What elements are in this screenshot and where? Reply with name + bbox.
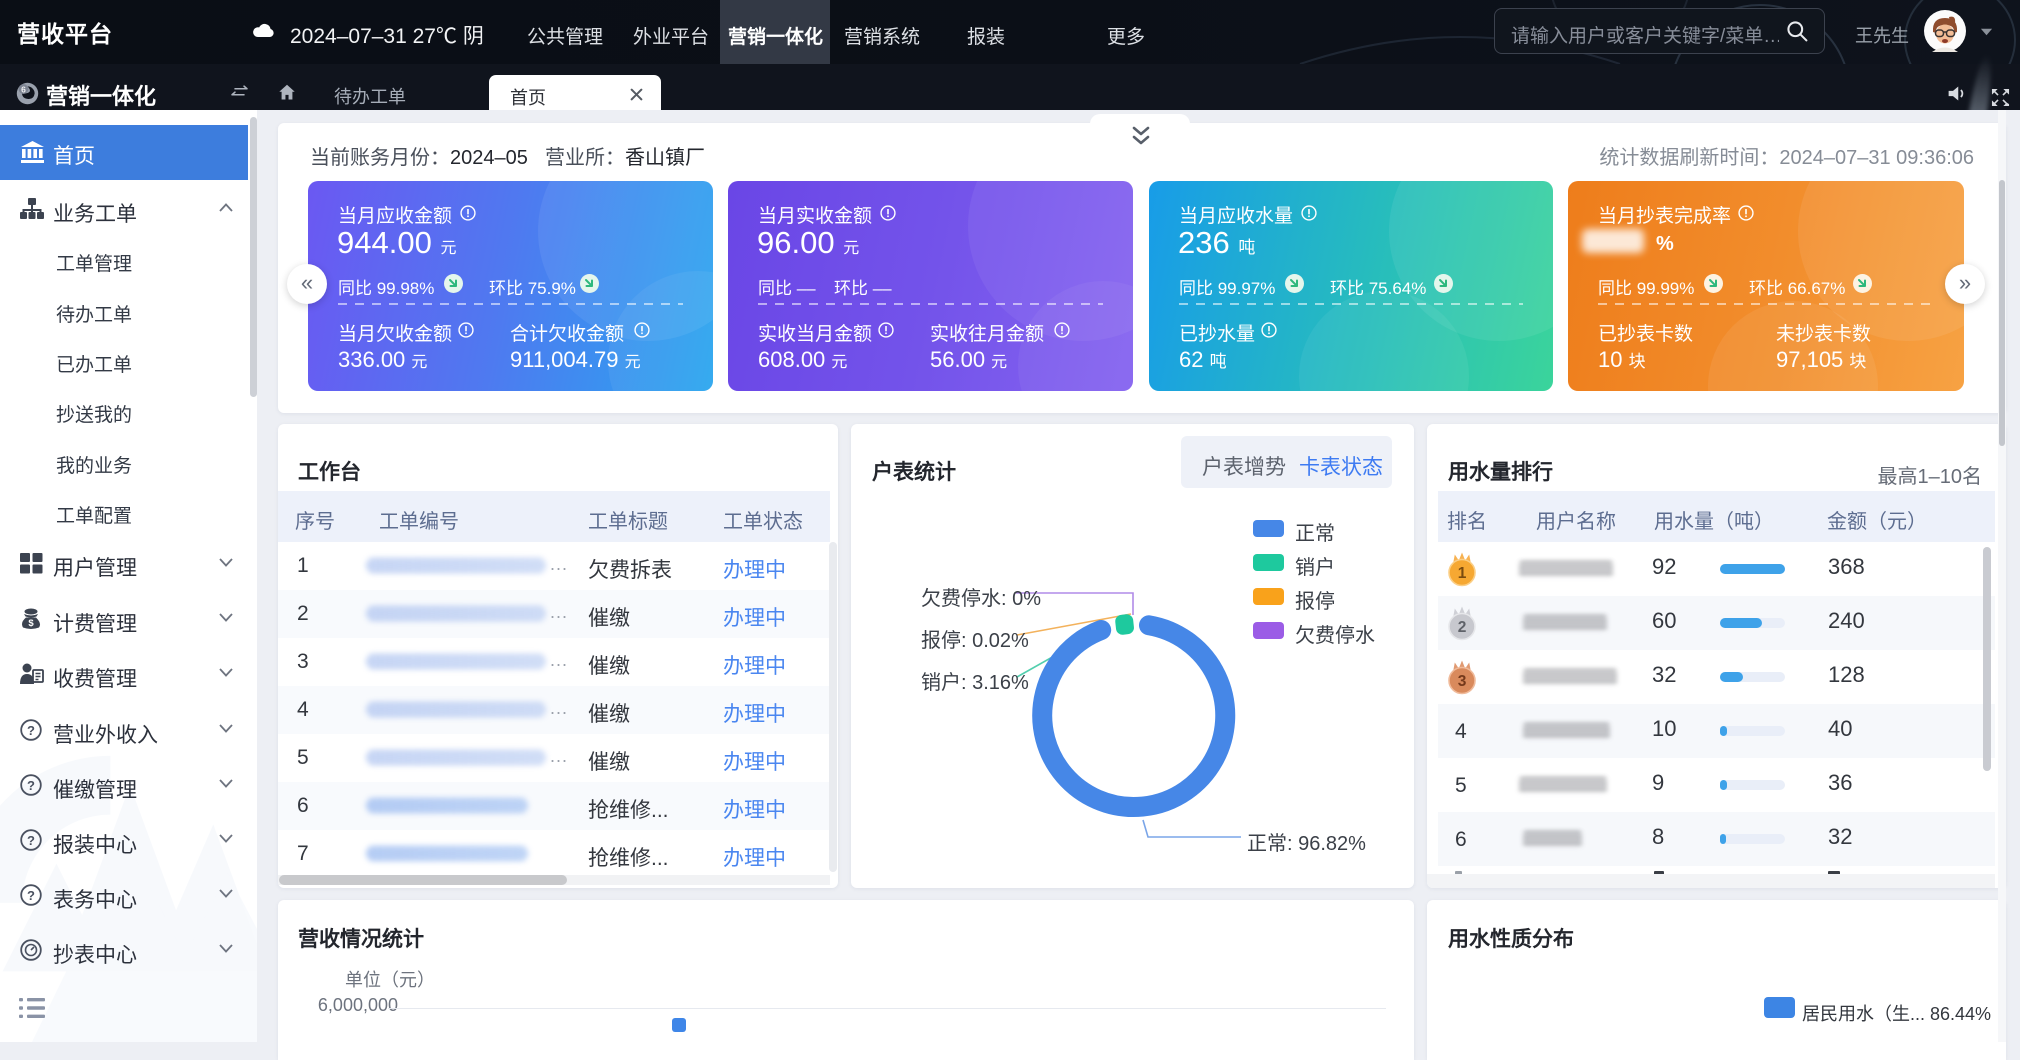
- svg-text:2: 2: [1458, 619, 1467, 636]
- svg-text:?: ?: [27, 723, 35, 738]
- svg-text:6: 6: [21, 85, 26, 95]
- svg-text:$: $: [28, 618, 34, 629]
- svg-text:?: ?: [27, 778, 35, 793]
- svg-text:?: ?: [27, 833, 35, 848]
- svg-text:3: 3: [1458, 673, 1467, 690]
- svg-text:?: ?: [27, 888, 35, 903]
- svg-text:1: 1: [1458, 565, 1467, 582]
